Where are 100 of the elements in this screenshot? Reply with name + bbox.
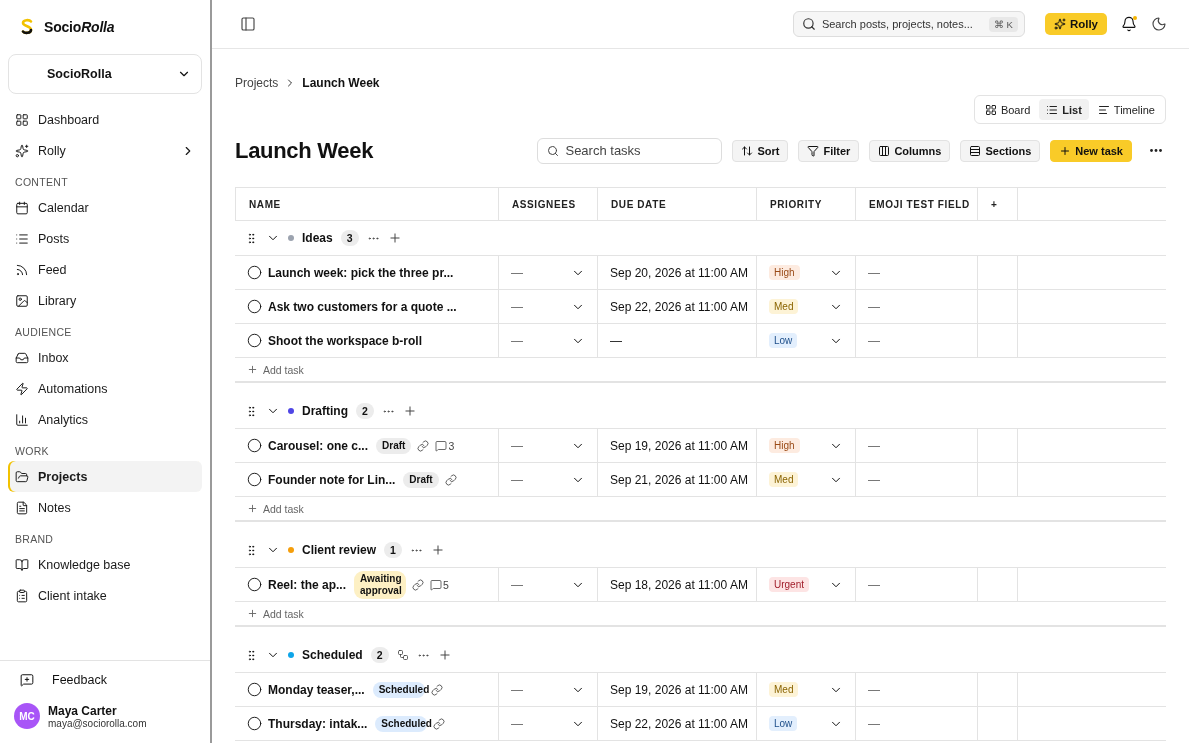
due-date: Sep 22, 2026 at 11:00 AM [610, 299, 748, 314]
nav-item[interactable]: Feed [8, 254, 202, 285]
page-title: Launch Week [235, 137, 375, 164]
column-header: ASSIGNEES [499, 188, 598, 220]
feedback-button[interactable]: Feedback [14, 673, 196, 687]
section-name: Scheduled [302, 648, 363, 662]
priority-tag[interactable]: High [769, 265, 800, 280]
due-date: Sep 18, 2026 at 11:00 AM [610, 577, 748, 592]
plus-icon [247, 503, 258, 514]
task-name[interactable]: Monday teaser,... [268, 682, 365, 697]
add-task-button[interactable]: Add task [235, 497, 1166, 522]
add-icon[interactable] [402, 404, 417, 418]
nav-item[interactable]: Analytics [8, 404, 202, 435]
view-tab[interactable]: List [1039, 99, 1089, 120]
workspace-dropdown[interactable]: SocioRolla [8, 54, 202, 94]
section-name: Client review [302, 543, 377, 557]
column-header[interactable]: + [978, 188, 1018, 220]
breadcrumb-item[interactable]: Projects [235, 75, 279, 90]
user-avatar[interactable]: MC [14, 703, 40, 729]
section-name: Drafting [302, 404, 348, 418]
toolbar-button[interactable]: Filter [798, 139, 860, 162]
nav-icon [15, 200, 29, 215]
toolbar-button[interactable]: Sort [732, 139, 789, 162]
checkbox-circle-icon[interactable] [247, 438, 262, 453]
priority-tag[interactable]: Med [769, 472, 799, 487]
checkbox-circle-icon[interactable] [247, 472, 262, 487]
search-icon [801, 17, 816, 31]
checkbox-circle-icon[interactable] [247, 716, 262, 731]
assistant-button[interactable]: Rolly [1044, 13, 1107, 35]
priority-tag[interactable]: Med [769, 682, 799, 697]
add-task-button[interactable]: Add task [235, 358, 1166, 383]
checkbox-circle-icon[interactable] [247, 577, 262, 592]
nav-icon [15, 500, 29, 515]
task-name[interactable]: Thursday: intak... [268, 716, 368, 731]
emoji-value: — [868, 333, 880, 348]
nav-heading: CONTENT [14, 175, 69, 190]
assignee-value: — [511, 682, 523, 697]
due-date: — [610, 333, 622, 348]
add-icon[interactable] [430, 543, 445, 557]
toolbar-button[interactable]: New task [1050, 139, 1132, 162]
view-tab[interactable]: Board [977, 99, 1038, 120]
task-name[interactable]: Carousel: one c... [268, 438, 369, 453]
plus-icon [247, 608, 258, 619]
priority-tag[interactable]: Urgent [769, 577, 809, 592]
toolbar-button[interactable]: Sections [960, 139, 1041, 162]
nav-icon [15, 112, 29, 127]
dark-mode-icon[interactable] [1151, 16, 1167, 32]
add-icon[interactable] [387, 231, 402, 245]
task-name[interactable]: Founder note for Lin... [268, 472, 396, 487]
task-name[interactable]: Reel: the ap... [268, 577, 347, 592]
nav-item[interactable]: Calendar [8, 192, 202, 223]
comment-count[interactable]: 5 [430, 578, 449, 591]
emoji-value: — [868, 682, 880, 697]
task-search-field[interactable]: Search tasks [537, 137, 723, 164]
nav-item[interactable]: Posts [8, 223, 202, 254]
checkbox-circle-icon[interactable] [247, 682, 262, 697]
emoji-value: — [868, 299, 880, 314]
sparkles-icon [1053, 18, 1066, 30]
sidebar-toggle-icon[interactable] [240, 16, 256, 32]
more-options-icon[interactable] [1150, 149, 1162, 152]
checkbox-circle-icon[interactable] [247, 333, 262, 348]
checkbox-circle-icon[interactable] [247, 299, 262, 314]
due-date: Sep 19, 2026 at 11:00 AM [610, 682, 748, 697]
nav-item[interactable]: Inbox [8, 342, 202, 373]
view-icon [1097, 103, 1110, 116]
section-count: 2 [356, 403, 374, 419]
toolbar-button[interactable]: Columns [869, 139, 951, 162]
toolbar-icon [1059, 144, 1072, 157]
task-name[interactable]: Launch week: pick the three pr... [268, 265, 454, 280]
global-search-field[interactable]: Search posts, projects, notes... ⌘ K [792, 11, 1025, 37]
nav-item[interactable]: Knowledge base [8, 549, 202, 580]
assignee-value: — [511, 716, 523, 731]
task-name[interactable]: Shoot the workspace b-roll [268, 333, 423, 348]
comment-count[interactable]: 3 [435, 439, 455, 452]
section-count: 3 [340, 230, 359, 246]
priority-tag[interactable]: Low [769, 716, 798, 731]
priority-tag[interactable]: Low [769, 333, 798, 348]
nav-icon [15, 469, 29, 484]
assignee-value: — [511, 299, 523, 314]
priority-tag[interactable]: High [769, 438, 800, 453]
nav-item[interactable]: Dashboard [8, 104, 202, 135]
checkbox-circle-icon[interactable] [247, 265, 262, 280]
priority-tag[interactable]: Med [769, 299, 799, 314]
column-header: DUE DATE [598, 188, 757, 220]
nav-item[interactable]: Automations [8, 373, 202, 404]
add-icon[interactable] [437, 648, 452, 662]
view-tab[interactable]: Timeline [1090, 99, 1162, 120]
notification-bell-icon[interactable] [1121, 16, 1137, 32]
nav-item[interactable]: Projects [8, 461, 202, 492]
emoji-value: — [868, 438, 880, 453]
nav-item[interactable]: Library [8, 285, 202, 316]
comment-icon [430, 578, 443, 591]
nav-item[interactable]: Rolly [8, 135, 202, 166]
add-task-button[interactable]: Add task [235, 602, 1166, 627]
task-name[interactable]: Ask two customers for a quote ... [268, 299, 457, 314]
nav-item[interactable]: Notes [8, 492, 202, 523]
nav-icon [15, 557, 29, 572]
nav-icon [15, 381, 29, 396]
nav-item[interactable]: Client intake [8, 580, 202, 611]
due-date: Sep 21, 2026 at 11:00 AM [610, 472, 748, 487]
